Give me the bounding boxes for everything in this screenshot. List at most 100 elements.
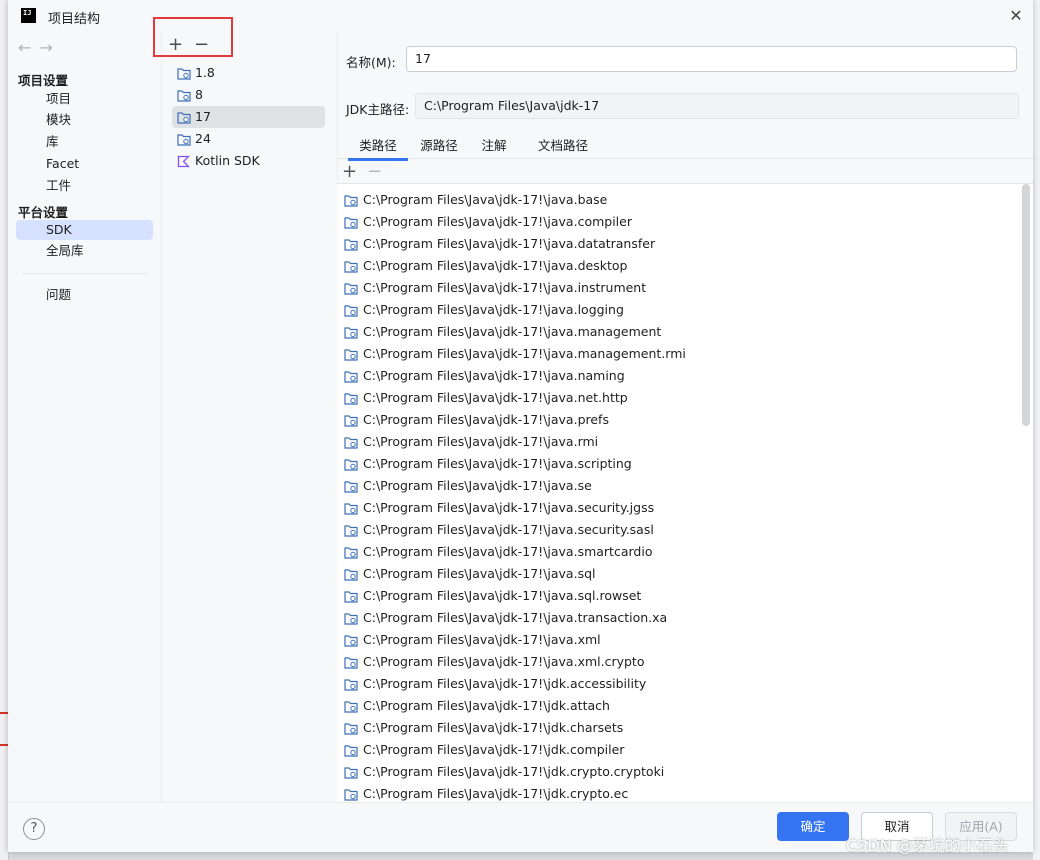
sdk-item-label: 17 (195, 109, 211, 124)
folder-icon (344, 547, 358, 559)
sdk-list-panel: + − 1.8 8 17 24 Kotlin SDK (161, 32, 338, 802)
list-item[interactable]: C:\Program Files\Java\jdk-17!\jdk.charse… (344, 717, 623, 739)
list-item[interactable]: C:\Program Files\Java\jdk-17!\jdk.access… (344, 673, 646, 695)
folder-icon (344, 767, 358, 779)
list-item-label: C:\Program Files\Java\jdk-17!\java.xml.c… (363, 654, 645, 669)
list-item-label: C:\Program Files\Java\jdk-17!\java.base (363, 192, 608, 207)
list-item[interactable]: C:\Program Files\Java\jdk-17!\java.trans… (344, 607, 667, 629)
folder-icon (344, 415, 358, 427)
list-item[interactable]: C:\Program Files\Java\jdk-17!\java.namin… (344, 365, 625, 387)
sdk-item[interactable]: 8 (172, 84, 325, 106)
classpath-scrollbar[interactable] (1022, 184, 1030, 426)
folder-icon (344, 635, 358, 647)
folder-icon (344, 371, 358, 383)
nav-item-global-libraries[interactable]: 全局库 (16, 241, 153, 261)
list-item[interactable]: C:\Program Files\Java\jdk-17!\jdk.attach (344, 695, 610, 717)
add-path-button[interactable]: + (342, 161, 357, 182)
sdk-item-selected[interactable]: 17 (172, 106, 325, 128)
list-item[interactable]: C:\Program Files\Java\jdk-17!\java.smart… (344, 541, 652, 563)
jdk-folder-icon (177, 90, 191, 102)
nav-divider (23, 273, 148, 274)
list-item[interactable]: C:\Program Files\Java\jdk-17!\java.prefs (344, 409, 609, 431)
list-item-label: C:\Program Files\Java\jdk-17!\java.secur… (363, 500, 655, 515)
folder-icon (344, 195, 358, 207)
sdk-item[interactable]: Kotlin SDK (172, 150, 325, 172)
list-item[interactable]: C:\Program Files\Java\jdk-17!\java.manag… (344, 343, 686, 365)
folder-icon (344, 701, 358, 713)
nav-item-project[interactable]: 项目 (16, 89, 153, 109)
folder-icon (344, 239, 358, 251)
list-item[interactable]: C:\Program Files\Java\jdk-17!\java.secur… (344, 519, 654, 541)
sdk-item[interactable]: 24 (172, 128, 325, 150)
list-item[interactable]: C:\Program Files\Java\jdk-17!\java.sql (344, 563, 596, 585)
tab-sourcepath[interactable]: 源路径 (412, 136, 466, 158)
ok-button[interactable]: 确定 (777, 812, 849, 841)
list-item[interactable]: C:\Program Files\Java\jdk-17!\java.net.h… (344, 387, 628, 409)
list-item-label: C:\Program Files\Java\jdk-17!\java.secur… (363, 522, 654, 537)
list-item-label: C:\Program Files\Java\jdk-17!\jdk.attach (363, 698, 610, 713)
nav-item-artifacts[interactable]: 工件 (16, 176, 153, 196)
list-item[interactable]: C:\Program Files\Java\jdk-17!\java.base (344, 189, 607, 211)
forward-arrow-icon[interactable]: → (39, 38, 60, 57)
sdk-item-label: 24 (195, 131, 211, 146)
list-item-label: C:\Program Files\Java\jdk-17!\java.manag… (363, 324, 662, 339)
list-item[interactable]: C:\Program Files\Java\jdk-17!\java.sql.r… (344, 585, 641, 607)
nav-item-sdk[interactable]: SDK (16, 220, 153, 240)
folder-icon (344, 327, 358, 339)
remove-path-button[interactable]: − (367, 161, 382, 182)
list-item[interactable]: C:\Program Files\Java\jdk-17!\java.scrip… (344, 453, 632, 475)
list-item[interactable]: C:\Program Files\Java\jdk-17!\java.compi… (344, 211, 632, 233)
list-item-label: C:\Program Files\Java\jdk-17!\jdk.crypto… (363, 786, 629, 801)
background-window-right (1033, 0, 1040, 860)
list-item[interactable]: C:\Program Files\Java\jdk-17!\jdk.crypto… (344, 761, 664, 783)
folder-icon (344, 679, 358, 691)
nav-item-libraries[interactable]: 库 (16, 132, 153, 152)
tab-documentation-paths[interactable]: 文档路径 (523, 136, 603, 158)
kotlin-icon (177, 155, 190, 168)
list-item[interactable]: C:\Program Files\Java\jdk-17!\java.deskt… (344, 255, 627, 277)
close-button[interactable]: ✕ (1004, 5, 1028, 27)
folder-icon (344, 745, 358, 757)
list-item[interactable]: C:\Program Files\Java\jdk-17!\java.se (344, 475, 592, 497)
sdk-name-input[interactable]: 17 (406, 46, 1017, 72)
list-item[interactable]: C:\Program Files\Java\jdk-17!\java.xml.c… (344, 651, 644, 673)
list-item[interactable]: C:\Program Files\Java\jdk-17!\java.manag… (344, 321, 661, 343)
list-item-label: C:\Program Files\Java\jdk-17!\java.compi… (363, 214, 632, 229)
folder-icon (344, 349, 358, 361)
list-item[interactable]: C:\Program Files\Java\jdk-17!\java.datat… (344, 233, 655, 255)
list-item[interactable]: C:\Program Files\Java\jdk-17!\jdk.compil… (344, 739, 624, 761)
classpath-toolbar: + − (342, 161, 382, 182)
list-item[interactable]: C:\Program Files\Java\jdk-17!\java.instr… (344, 277, 646, 299)
help-icon[interactable]: ? (23, 818, 45, 840)
list-item-label: C:\Program Files\Java\jdk-17!\java.xml (363, 632, 601, 647)
back-arrow-icon[interactable]: ← (18, 38, 39, 57)
nav-item-modules[interactable]: 模块 (16, 110, 153, 130)
jdk-home-path-field[interactable]: C:\Program Files\Java\jdk-17 (415, 93, 1019, 119)
sdk-item-label: Kotlin SDK (195, 153, 260, 168)
sdk-item-label: 1.8 (195, 65, 215, 80)
jdk-folder-icon (177, 68, 191, 80)
list-item-label: C:\Program Files\Java\jdk-17!\jdk.charse… (363, 720, 624, 735)
sdk-item[interactable]: 1.8 (172, 62, 325, 84)
list-item-label: C:\Program Files\Java\jdk-17!\java.datat… (363, 236, 656, 251)
tab-annotations[interactable]: 注解 (475, 136, 513, 158)
path-tabs: 类路径 源路径 注解 文档路径 (337, 136, 1033, 161)
list-item[interactable]: C:\Program Files\Java\jdk-17!\java.xml (344, 629, 601, 651)
project-structure-dialog: IJ _ 项目结构 ✕ ←→ 项目设置 项目 模块 库 Facet 工件 平台设置… (8, 0, 1033, 852)
list-item-label: C:\Program Files\Java\jdk-17!\java.manag… (363, 346, 686, 361)
tab-classpath[interactable]: 类路径 (348, 136, 408, 161)
list-item-label: C:\Program Files\Java\jdk-17!\java.instr… (363, 280, 647, 295)
list-item[interactable]: C:\Program Files\Java\jdk-17!\java.rmi (344, 431, 598, 453)
background-accent-line (0, 712, 8, 714)
intellij-logo-icon: IJ _ (21, 8, 36, 25)
list-item-label: C:\Program Files\Java\jdk-17!\java.net.h… (363, 390, 628, 405)
folder-icon (344, 481, 358, 493)
list-item[interactable]: C:\Program Files\Java\jdk-17!\java.secur… (344, 497, 654, 519)
background-accent-line (0, 744, 8, 746)
nav-item-facets[interactable]: Facet (16, 154, 153, 174)
folder-icon (344, 525, 358, 537)
nav-item-problems[interactable]: 问题 (16, 285, 153, 305)
list-item[interactable]: C:\Program Files\Java\jdk-17!\jdk.crypto… (344, 783, 628, 803)
list-item[interactable]: C:\Program Files\Java\jdk-17!\java.loggi… (344, 299, 624, 321)
classpath-list[interactable]: C:\Program Files\Java\jdk-17!\java.base … (337, 183, 1033, 803)
